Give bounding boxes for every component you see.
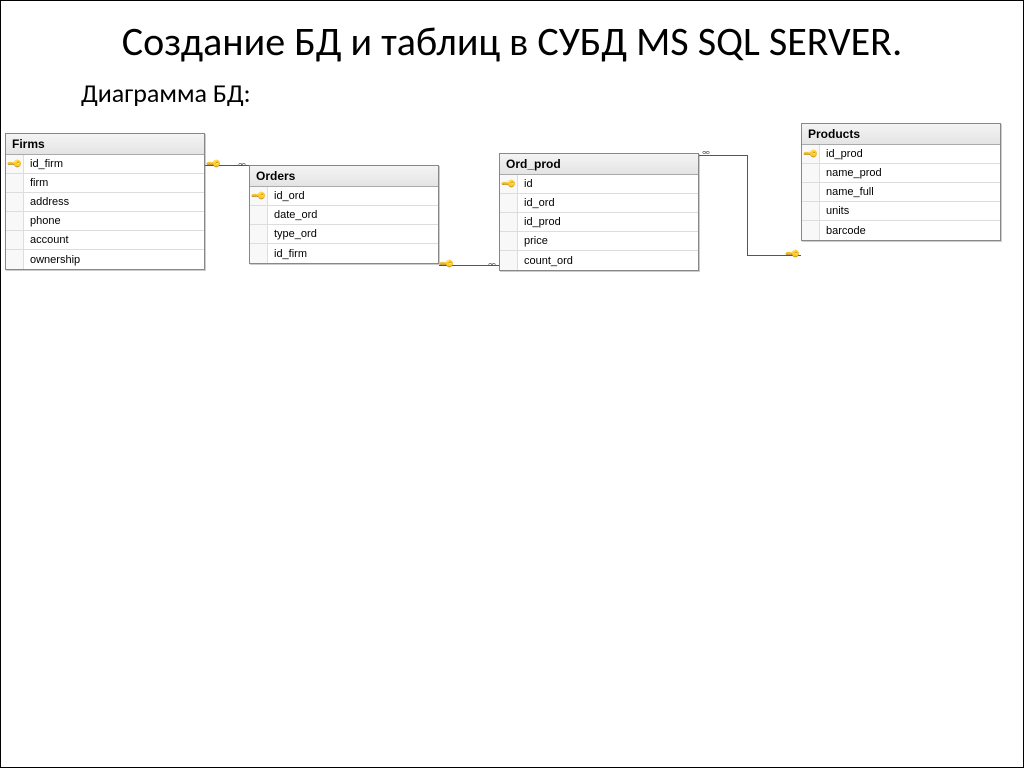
table-row: account [6,231,204,250]
table-row: 🔑id [500,175,698,194]
relation-key-icon: 🔑 [208,157,220,169]
field-label: phone [24,215,204,227]
relation-key-icon: 🔑 [441,257,453,269]
field-icon [500,194,518,212]
slide-title: Создание БД и таблиц в СУБД MS SQL SERVE… [41,19,983,65]
field-icon [6,193,24,211]
table-row: id_prod [500,213,698,232]
field-icon [6,174,24,192]
table-row: 🔑id_firm [6,155,204,174]
table-header: Products [802,124,1000,145]
field-icon [500,251,518,270]
pk-key-icon: 🔑 [802,145,820,163]
field-label: id_ord [518,197,698,209]
field-icon [250,206,268,224]
table-row: price [500,232,698,251]
table-row: name_prod [802,164,1000,183]
field-icon [6,212,24,230]
pk-key-icon: 🔑 [500,175,518,193]
field-icon [802,183,820,201]
field-label: price [518,235,698,247]
table-row: units [802,202,1000,221]
field-label: id_ord [268,190,438,202]
table-row: id_firm [250,244,438,263]
pk-key-icon: 🔑 [250,187,268,205]
field-icon [802,164,820,182]
field-label: account [24,234,204,246]
relation-many-icon: ∞ [701,147,711,157]
field-label: id_prod [518,216,698,228]
field-label: count_ord [518,255,698,267]
field-label: firm [24,177,204,189]
field-label: id_firm [24,158,204,170]
field-label: name_full [820,186,1000,198]
table-row: date_ord [250,206,438,225]
table-row: id_ord [500,194,698,213]
table-row: 🔑id_ord [250,187,438,206]
relation-many-icon: ∞ [237,159,247,169]
relation-many-icon: ∞ [487,259,497,269]
field-label: barcode [820,225,1000,237]
table-row: type_ord [250,225,438,244]
table-firms: Firms 🔑id_firm firm address phone accoun… [5,133,205,270]
table-row: barcode [802,221,1000,240]
table-row: firm [6,174,204,193]
relation-line [747,155,748,255]
field-label: id_firm [268,248,438,260]
field-label: name_prod [820,167,1000,179]
field-icon [250,225,268,243]
field-icon [250,244,268,263]
slide-subtitle: Диаграмма БД: [81,77,1023,109]
table-products: Products 🔑id_prod name_prod name_full un… [801,123,1001,241]
table-row: phone [6,212,204,231]
field-icon [802,221,820,240]
diagram-canvas: Firms 🔑id_firm firm address phone accoun… [1,123,1024,373]
table-row: ownership [6,250,204,269]
table-orders: Orders 🔑id_ord date_ord type_ord id_firm [249,165,439,264]
table-ord-prod: Ord_prod 🔑id id_ord id_prod price count_… [499,153,699,271]
table-header: Orders [250,166,438,187]
field-label: date_ord [268,209,438,221]
field-label: id_prod [820,148,1000,160]
field-label: address [24,196,204,208]
field-icon [802,202,820,220]
field-icon [500,232,518,250]
relation-key-icon: 🔑 [787,247,799,259]
table-row: 🔑id_prod [802,145,1000,164]
table-row: address [6,193,204,212]
field-label: ownership [24,254,204,266]
field-icon [500,213,518,231]
field-icon [6,250,24,269]
field-label: id [518,178,698,190]
field-icon [6,231,24,249]
pk-key-icon: 🔑 [6,155,24,173]
table-row: name_full [802,183,1000,202]
field-label: type_ord [268,228,438,240]
field-label: units [820,205,1000,217]
table-header: Firms [6,134,204,155]
table-header: Ord_prod [500,154,698,175]
table-row: count_ord [500,251,698,270]
